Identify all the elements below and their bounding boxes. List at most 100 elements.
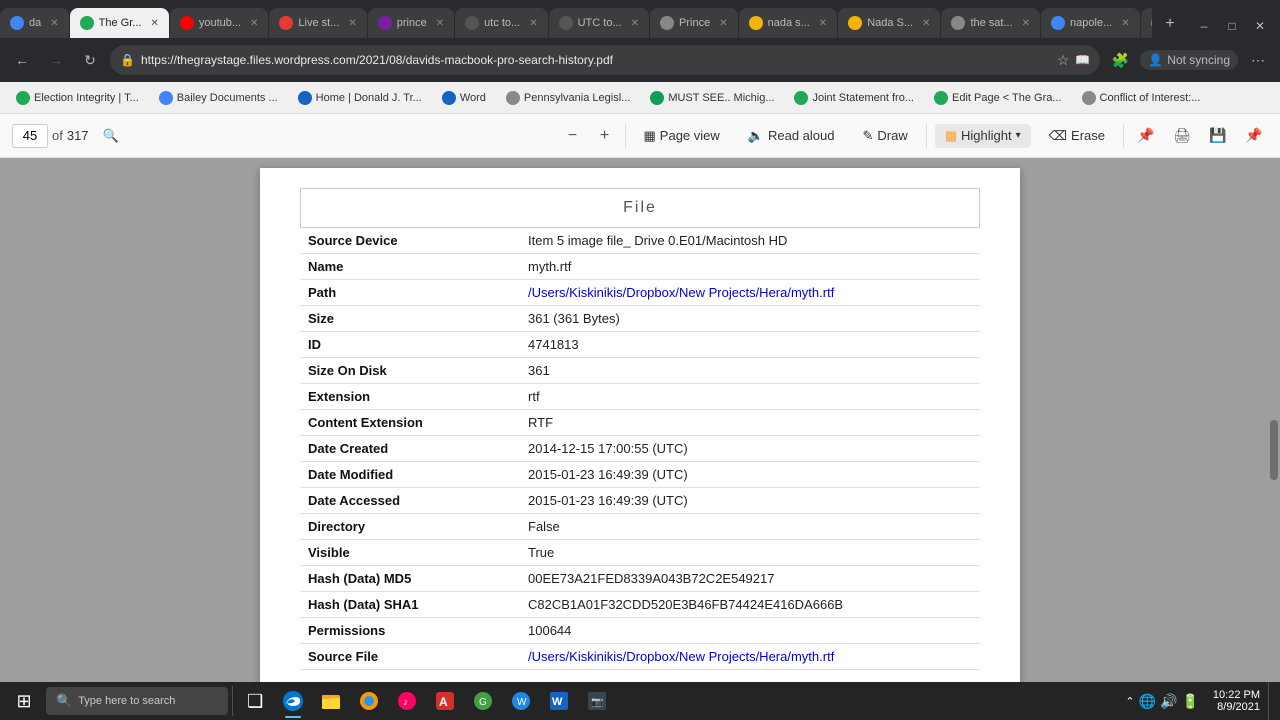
bookmarks-bar: Election Integrity | T... Bailey Documen…	[0, 82, 1280, 114]
taskbar-app7-icon[interactable]: W	[503, 682, 539, 720]
browser-tab-t2[interactable]: The Gr... ✕	[70, 8, 169, 38]
battery-icon[interactable]: 🔋	[1181, 693, 1198, 710]
chevron-icon[interactable]: ⌃	[1125, 695, 1134, 708]
page-number-input[interactable]	[12, 124, 48, 148]
browser-tab-t12[interactable]: napole... ✕	[1041, 8, 1140, 38]
minimize-button[interactable]: –	[1192, 14, 1216, 38]
browser-tab-t7[interactable]: UTC to... ✕	[549, 8, 649, 38]
browser-tab-t6[interactable]: utc to... ✕	[455, 8, 547, 38]
taskbar-clock[interactable]: 10:22 PM 8/9/2021	[1207, 689, 1266, 713]
tab-favicon	[559, 16, 573, 30]
tab-label: Prince	[679, 17, 710, 29]
taskbar-search-input[interactable]	[78, 695, 218, 707]
bookmark-item[interactable]: MUST SEE.. Michig...	[642, 89, 782, 107]
tab-close-button[interactable]: ✕	[719, 18, 727, 29]
taskbar-itunes-icon[interactable]: ♪	[389, 682, 425, 720]
taskbar-acrobat-icon[interactable]: A	[427, 682, 463, 720]
scrollbar[interactable]	[1270, 420, 1278, 480]
table-row: Date Accessed2015-01-23 16:49:39 (UTC)	[300, 488, 980, 514]
browser-tab-t11[interactable]: the sat... ✕	[941, 8, 1040, 38]
bookmark-item[interactable]: Election Integrity | T...	[8, 89, 147, 107]
taskview-button[interactable]: ❑	[237, 682, 273, 720]
print-button[interactable]: 🖨	[1168, 122, 1196, 150]
tab-close-button[interactable]: ✕	[1022, 18, 1030, 29]
extensions-button[interactable]: 🧩	[1106, 46, 1134, 74]
tab-close-button[interactable]: ✕	[250, 18, 258, 29]
bookmark-item[interactable]: Home | Donald J. Tr...	[290, 89, 430, 107]
save-button[interactable]: 💾	[1204, 122, 1232, 150]
back-button[interactable]: ←	[8, 46, 36, 74]
bookmark-item[interactable]: Bailey Documents ...	[151, 89, 286, 107]
row-value: True	[520, 540, 980, 566]
browser-tab-t8[interactable]: Prince ✕	[650, 8, 738, 38]
start-button[interactable]: ⊞	[4, 682, 44, 720]
draw-button[interactable]: ✎ Draw	[852, 124, 917, 148]
row-label: Visible	[300, 540, 520, 566]
close-button[interactable]: ✕	[1248, 14, 1272, 38]
tab-close-button[interactable]: ✕	[922, 18, 930, 29]
taskbar-app9-icon[interactable]: 📷	[579, 682, 615, 720]
taskbar-word-icon[interactable]: W	[541, 682, 577, 720]
address-bar[interactable]: 🔒 https://thegraystage.files.wordpress.c…	[110, 45, 1100, 75]
bookmark-item[interactable]: Joint Statement fro...	[786, 89, 922, 107]
bookmark-favicon	[1082, 91, 1096, 105]
profile-button[interactable]: 👤 Not syncing	[1140, 50, 1238, 70]
bookmark-item[interactable]: Pennsylvania Legisl...	[498, 89, 638, 107]
browser-tab-t1[interactable]: da ✕	[0, 8, 69, 38]
browser-tab-t4[interactable]: Live st... ✕	[269, 8, 366, 38]
erase-button[interactable]: ⌫ Erase	[1039, 124, 1115, 148]
tab-label: Live st...	[298, 17, 339, 29]
show-desktop-button[interactable]	[1268, 682, 1276, 720]
highlight-button[interactable]: ▩ Highlight ▾	[935, 124, 1031, 148]
zoom-in-button[interactable]: +	[593, 124, 617, 148]
highlight-icon: ▩	[945, 128, 957, 144]
tab-close-button[interactable]: ✕	[348, 18, 356, 29]
taskbar-app6-icon[interactable]: G	[465, 682, 501, 720]
tab-close-button[interactable]: ✕	[1121, 18, 1129, 29]
tab-label: napole...	[1070, 17, 1112, 29]
bookmark-item[interactable]: Word	[434, 89, 494, 107]
bookmark-item[interactable]: Edit Page < The Gra...	[926, 89, 1070, 107]
total-pages-label: 317	[67, 128, 89, 143]
tab-favicon	[660, 16, 674, 30]
tab-close-button[interactable]: ✕	[436, 18, 444, 29]
browser-tab-t9[interactable]: nada s... ✕	[739, 8, 838, 38]
bookmark-favicon	[16, 91, 30, 105]
network-icon[interactable]: 🌐	[1139, 693, 1156, 710]
taskbar-search-box[interactable]: 🔍	[46, 687, 228, 715]
read-icon[interactable]: 📖	[1075, 53, 1090, 67]
taskbar-edge-icon[interactable]	[275, 682, 311, 720]
browser-tab-t13[interactable]: 404 - F... ✕	[1141, 8, 1152, 38]
row-label: Hash (Data) MD5	[300, 566, 520, 592]
tab-favicon	[951, 16, 965, 30]
tab-close-button[interactable]: ✕	[50, 18, 58, 29]
pin-button[interactable]: 📌	[1240, 122, 1268, 150]
read-aloud-button[interactable]: 🔈 Read aloud	[738, 124, 845, 148]
tab-close-button[interactable]: ✕	[819, 18, 827, 29]
bookmark-favicon	[442, 91, 456, 105]
maximize-button[interactable]: □	[1220, 14, 1244, 38]
tab-label: youtub...	[199, 17, 241, 29]
taskbar-file-explorer-icon[interactable]	[313, 682, 349, 720]
star-icon[interactable]: ☆	[1057, 52, 1070, 69]
page-view-button[interactable]: ▦ Page view	[634, 124, 730, 148]
taskbar-firefox-icon[interactable]	[351, 682, 387, 720]
browser-tab-t3[interactable]: youtub... ✕	[170, 8, 269, 38]
tab-label: the sat...	[970, 17, 1012, 29]
forward-button[interactable]: →	[42, 46, 70, 74]
zoom-out-button[interactable]: −	[561, 124, 585, 148]
bookmark-favicon	[298, 91, 312, 105]
tab-close-button[interactable]: ✕	[631, 18, 639, 29]
tab-close-button[interactable]: ✕	[150, 18, 158, 29]
browser-tab-t10[interactable]: Nada S... ✕	[838, 8, 940, 38]
search-pdf-button[interactable]: 🔍	[97, 122, 125, 150]
settings-button[interactable]: ⋯	[1244, 46, 1272, 74]
browser-tab-t5[interactable]: prince ✕	[368, 8, 454, 38]
tab-close-button[interactable]: ✕	[529, 18, 537, 29]
reload-button[interactable]: ↻	[76, 46, 104, 74]
speaker-icon[interactable]: 🔊	[1160, 693, 1177, 710]
row-value: 4741813	[520, 332, 980, 358]
bookmark-item[interactable]: Conflict of Interest:...	[1074, 89, 1209, 107]
new-tab-button[interactable]: +	[1156, 10, 1184, 38]
add-note-button[interactable]: 📌	[1132, 122, 1160, 150]
